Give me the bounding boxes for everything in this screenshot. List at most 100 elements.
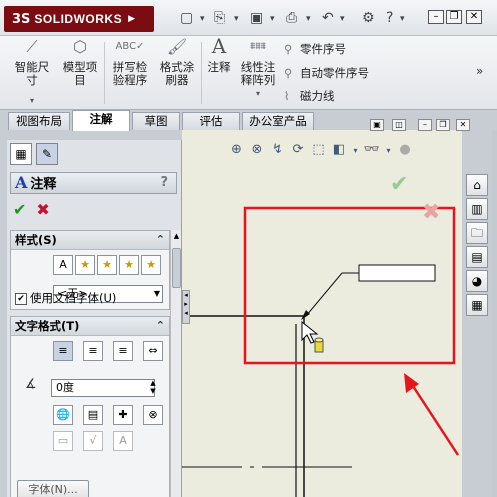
- corner-accept-icon[interactable]: ✔: [390, 172, 408, 197]
- format-painter-button[interactable]: 🖌 格式涂 刷器: [155, 37, 199, 87]
- collapse-chevron-icon[interactable]: ⌃: [156, 317, 165, 335]
- font-button[interactable]: 字体(N)...: [17, 480, 89, 497]
- view-palette-icon[interactable]: ▤: [466, 246, 488, 268]
- task-pane-tabs: ⌂ ▥ 🗀 ▤ ◕ ▦: [464, 170, 492, 320]
- custom-properties-icon[interactable]: ▦: [466, 294, 488, 316]
- linear-note-pattern-button[interactable]: ⩩⩩⩩ 线性注 释阵列 ▾: [238, 40, 278, 100]
- add-style-icon[interactable]: ★: [75, 255, 95, 275]
- balloon-label: 零件序号: [300, 42, 346, 56]
- smart-dimension-dropdown-icon[interactable]: ▾: [30, 96, 34, 105]
- design-library-icon[interactable]: ▥: [466, 198, 488, 220]
- ok-check-icon[interactable]: ✔: [13, 200, 26, 219]
- new-document-icon[interactable]: ▢: [180, 10, 193, 26]
- angle-input[interactable]: 0度: [51, 379, 155, 397]
- print-dropdown-icon[interactable]: ▾: [306, 14, 311, 24]
- leader-line: [305, 272, 343, 317]
- tab-view-layout[interactable]: 视图布局: [8, 112, 70, 130]
- model-items-button[interactable]: ⬡ 模型项 目: [58, 39, 102, 87]
- load-style-icon[interactable]: ★: [141, 255, 161, 275]
- ribbon-separator: [104, 42, 105, 104]
- align-right-icon[interactable]: ≡: [113, 341, 133, 361]
- text-format-section-header[interactable]: 文字格式(T) ⌃: [11, 317, 169, 336]
- balloon-button[interactable]: ⚲ 零件序号: [284, 41, 346, 57]
- align-left-icon[interactable]: ≡: [53, 341, 73, 361]
- model-items-label: 模型项 目: [62, 60, 98, 87]
- linear-note-pattern-label: 线性注 释阵列: [240, 60, 276, 87]
- options-icon[interactable]: ⚙: [362, 10, 375, 26]
- style-section-label: 样式(S): [15, 233, 57, 247]
- menu-arrow-icon: ▶: [128, 14, 136, 24]
- justify-icon[interactable]: ⇔: [143, 341, 163, 361]
- close-window-icon[interactable]: ✕: [466, 10, 482, 24]
- checkbox-checked-icon: ✔: [15, 292, 27, 305]
- tab-evaluate[interactable]: 评估: [182, 112, 240, 130]
- app-brand: SOLIDWORKS: [34, 12, 123, 26]
- panel-help-icon[interactable]: ?: [160, 173, 168, 193]
- style-section-header[interactable]: 样式(S) ⌃: [11, 231, 169, 250]
- open-dropdown-icon[interactable]: ▾: [234, 14, 239, 24]
- save-style-icon[interactable]: ★: [119, 255, 139, 275]
- spell-check-label: 拼写检 验程序: [112, 60, 148, 87]
- smart-dimension-icon: ⟋: [26, 37, 38, 56]
- insert-hyperlink-icon[interactable]: 🌐: [53, 405, 73, 425]
- tab-office-products[interactable]: 办公室产品: [242, 112, 314, 130]
- tab-sketch[interactable]: 草图: [132, 112, 180, 130]
- note-text-box[interactable]: [358, 264, 436, 282]
- pattern-dropdown-icon[interactable]: ▾: [238, 87, 278, 100]
- add-symbol-icon[interactable]: ✚: [113, 405, 133, 425]
- appearances-icon[interactable]: ◕: [466, 270, 488, 292]
- panel-scrollbar[interactable]: ▲: [170, 230, 181, 497]
- help-dropdown-icon[interactable]: ▾: [400, 14, 405, 24]
- property-manager-tab-icon[interactable]: ✎: [36, 143, 58, 165]
- note-a-icon: A: [15, 173, 28, 192]
- delete-style-icon[interactable]: ★: [97, 255, 117, 275]
- scroll-up-icon[interactable]: ▲: [171, 232, 181, 240]
- dropdown-arrow-icon: ▼: [153, 289, 160, 298]
- angle-spinner[interactable]: ▲ ▼: [147, 379, 159, 397]
- use-document-font-checkbox[interactable]: ✔ 使用文档字体(U): [15, 290, 116, 306]
- open-document-icon[interactable]: ⎘: [214, 10, 225, 26]
- smart-dimension-button[interactable]: ⟋ 智能尺 寸: [10, 37, 54, 87]
- help-icon[interactable]: ?: [386, 10, 393, 26]
- ds-logo-mark: 3S: [12, 11, 31, 27]
- magnetic-line-icon: ⌇: [284, 89, 290, 103]
- save-dropdown-icon[interactable]: ▾: [270, 14, 275, 24]
- apply-default-style-icon[interactable]: A: [53, 255, 73, 275]
- auto-balloon-button[interactable]: ⚲ 自动零件序号: [284, 65, 369, 81]
- drawing-sheet: [182, 206, 460, 497]
- restore-icon[interactable]: ❐: [446, 10, 462, 24]
- align-center-icon[interactable]: ≡: [83, 341, 103, 361]
- note-label: 注释: [207, 60, 231, 74]
- feature-tree-tab-icon[interactable]: ▦: [10, 143, 32, 165]
- corner-cancel-icon[interactable]: ✖: [422, 200, 440, 225]
- panel-collapse-handle[interactable]: ◂ ▸ ◂: [182, 290, 190, 324]
- lock-symbol-icon[interactable]: ⊗: [143, 405, 163, 425]
- print-icon[interactable]: ⎙: [286, 10, 297, 26]
- tab-label: 评估: [199, 114, 223, 128]
- mouse-cursor-icon: [301, 320, 324, 353]
- link-to-property-icon[interactable]: ▤: [83, 405, 103, 425]
- home-icon[interactable]: ⌂: [466, 174, 488, 196]
- collapse-chevron-icon[interactable]: ⌃: [156, 231, 165, 249]
- scroll-thumb[interactable]: [172, 248, 181, 288]
- file-explorer-icon[interactable]: 🗀: [466, 222, 488, 244]
- format-painter-icon: 🖌: [166, 37, 188, 56]
- spell-check-button[interactable]: ABC✓ 拼写检 验程序: [108, 40, 152, 87]
- ribbon-expand-icon[interactable]: »: [476, 64, 483, 78]
- save-icon[interactable]: ▣: [250, 10, 263, 26]
- cancel-x-icon[interactable]: ✖: [36, 200, 49, 219]
- minimize-icon[interactable]: –: [428, 10, 444, 24]
- undo-icon[interactable]: ↶: [322, 10, 334, 26]
- leader-arrowhead: [301, 310, 310, 320]
- solidworks-logo[interactable]: 3S SOLIDWORKS ▶: [4, 6, 154, 32]
- text-format-section-label: 文字格式(T): [15, 319, 80, 333]
- angle-icon: ∡: [25, 377, 37, 392]
- panel-title: 注释: [30, 177, 57, 192]
- use-document-font-label: 使用文档字体(U): [30, 291, 117, 305]
- new-dropdown-icon[interactable]: ▾: [200, 14, 205, 24]
- note-button[interactable]: A 注释: [204, 36, 234, 74]
- undo-dropdown-icon[interactable]: ▾: [340, 14, 345, 24]
- tab-annotation[interactable]: 注解: [72, 110, 130, 131]
- callout-arrow-line: [409, 382, 460, 456]
- magnetic-line-button[interactable]: ⌇ 磁力线: [284, 88, 335, 104]
